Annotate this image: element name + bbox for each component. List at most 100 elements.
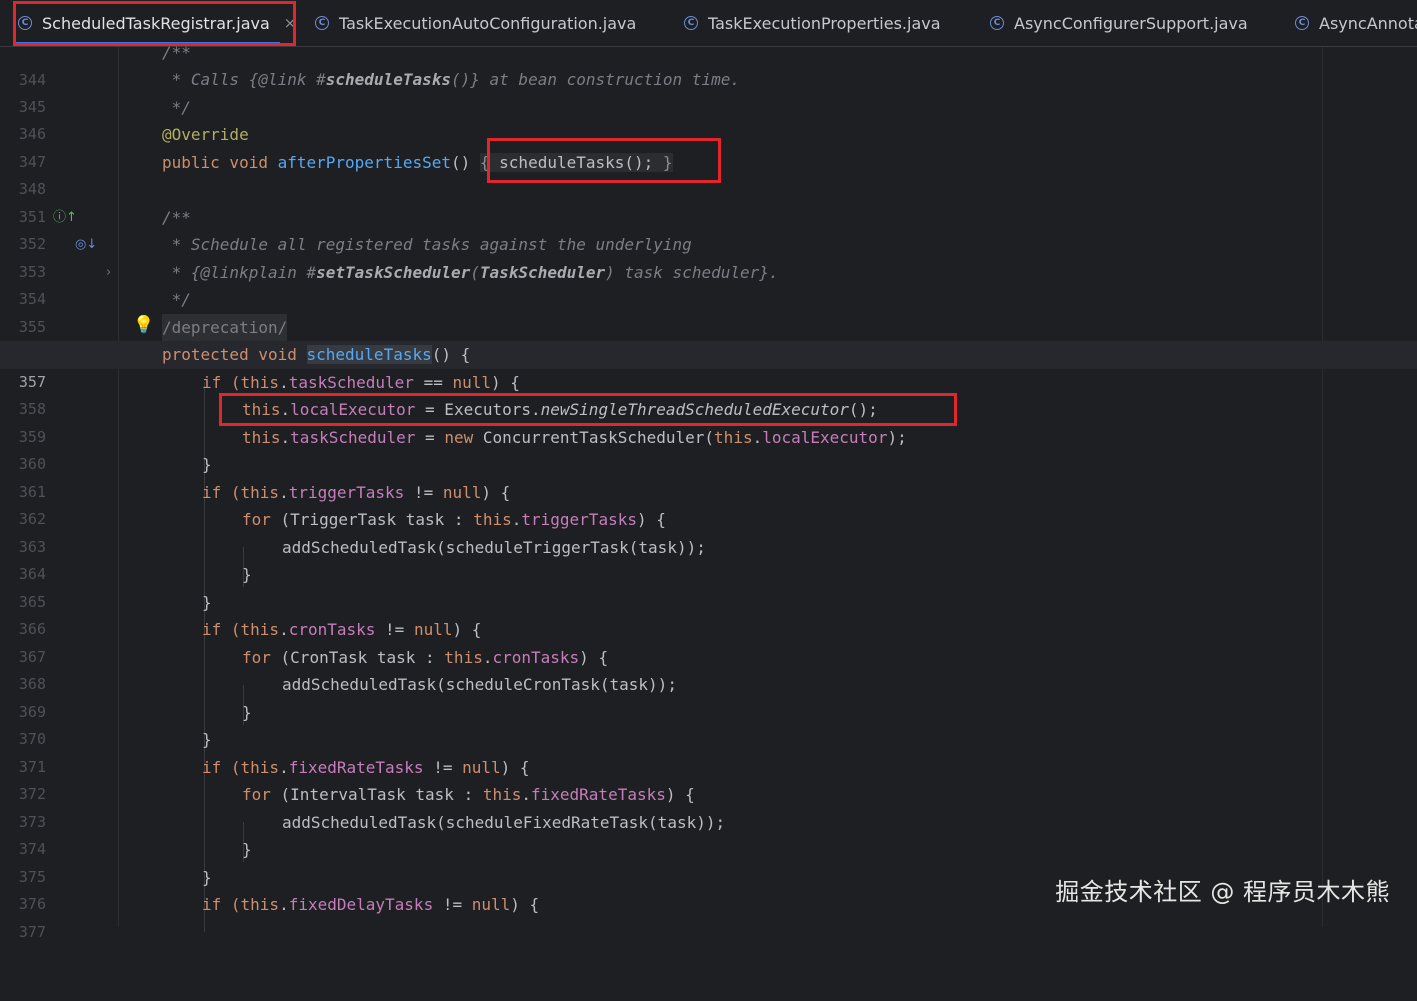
code-line[interactable]: 375 } — [0, 836, 1417, 886]
code-text: . — [279, 372, 289, 392]
keyword: this — [473, 510, 512, 529]
code-line[interactable]: 351 — [0, 176, 1417, 226]
tab-label: AsyncAnnota — [1319, 13, 1417, 33]
code-line[interactable]: 371 } — [0, 726, 1417, 776]
java-class-icon: C — [990, 16, 1004, 30]
code-text: != — [404, 482, 443, 502]
annotation: @Override — [162, 125, 249, 144]
code-line[interactable]: 365 } — [0, 561, 1417, 611]
code-line[interactable]: 364 addScheduledTask(scheduleTriggerTask… — [0, 534, 1417, 584]
keyword: this — [444, 647, 483, 667]
code-line[interactable]: 373 for (IntervalTask task : this.fixedR… — [0, 781, 1417, 831]
code-text: for (IntervalTask task : this.fixedRateT… — [242, 781, 695, 809]
code-text: addScheduledTask(scheduleCronTask(task))… — [282, 675, 677, 694]
code-line[interactable]: 366 } — [0, 589, 1417, 639]
code-text: this.localExecutor = Executors.newSingle… — [242, 396, 878, 424]
code-text: . — [752, 427, 763, 447]
code-line[interactable]: 348 ⓘ↑ ◎↓ › public void afterPropertiesS… — [0, 149, 1417, 280]
code-text: /** — [162, 207, 191, 227]
code-line[interactable]: 370 } — [0, 699, 1417, 749]
line-number: 377 — [18, 922, 46, 941]
keyword: this — [240, 757, 280, 777]
code-line[interactable]: 361 } — [0, 451, 1417, 501]
folded-brace[interactable]: { — [479, 152, 490, 172]
keyword: for — [242, 647, 271, 667]
code-line[interactable]: 356 💡 /deprecation/ — [0, 312, 1417, 363]
watermark: 掘金技术社区 @ 程序员木木熊 — [1055, 878, 1390, 906]
code-text: != — [423, 757, 463, 777]
static-call[interactable]: newSingleThreadScheduledExecutor — [541, 400, 849, 419]
code-text: ) { — [636, 510, 666, 529]
field-name[interactable]: fixedRateTasks — [289, 758, 424, 777]
code-text: * Schedule all registered tasks against … — [162, 235, 692, 254]
keyword: this — [482, 785, 522, 804]
code-line[interactable]: 346 */ — [0, 94, 1417, 144]
code-text: ) { — [579, 647, 609, 667]
close-icon[interactable]: × — [284, 14, 297, 32]
code-text: ) { — [500, 757, 530, 777]
code-line[interactable]: 359 this.localExecutor = Executors.newSi… — [0, 396, 1417, 446]
link-ref[interactable]: setTaskScheduler — [316, 263, 470, 282]
folded-brace[interactable]: } — [662, 152, 673, 172]
field-name[interactable]: localExecutor — [290, 400, 415, 419]
code-text: } — [202, 455, 212, 474]
code-line[interactable]: 352 /** — [0, 204, 1417, 254]
keyword: protected void — [162, 345, 307, 364]
field-name[interactable]: fixedDelayTasks — [289, 895, 434, 914]
keyword: if ( — [202, 482, 241, 502]
code-line[interactable]: 353 * Schedule all registered tasks agai… — [0, 231, 1417, 281]
link-ref[interactable]: TaskScheduler — [480, 263, 605, 282]
code-text: () — [450, 152, 480, 172]
code-text: addScheduledTask(scheduleTriggerTask(tas… — [282, 537, 706, 557]
inspection-suppression[interactable]: /deprecation/ — [162, 313, 288, 341]
code-line[interactable]: 344 /** — [0, 39, 1417, 89]
field-name[interactable]: taskScheduler — [290, 428, 415, 447]
code-line[interactable]: 347 @Override — [0, 121, 1417, 171]
code-line[interactable]: 360 this.taskScheduler = new ConcurrentT… — [0, 424, 1417, 474]
code-line[interactable]: 358 if (this.taskScheduler == null) { — [0, 369, 1417, 419]
code-text: for (TriggerTask task : this.triggerTask… — [242, 506, 666, 534]
field-name[interactable]: fixedRateTasks — [531, 785, 666, 804]
code-line[interactable]: 363 for (TriggerTask task : this.trigger… — [0, 506, 1417, 556]
link-ref[interactable]: scheduleTasks — [326, 70, 451, 89]
field-name[interactable]: taskScheduler — [289, 373, 414, 392]
code-text: != — [433, 895, 472, 914]
method-name[interactable]: afterPropertiesSet — [278, 153, 451, 172]
code-text: . — [279, 620, 289, 639]
code-line[interactable]: 354 * {@linkplain #setTaskScheduler(Task… — [0, 259, 1417, 309]
code-line[interactable]: 367 if (this.cronTasks != null) { — [0, 616, 1417, 666]
code-editor[interactable]: 344 /** 345 * Calls {@link #scheduleTask… — [0, 43, 1417, 941]
keyword: this — [714, 427, 753, 447]
java-class-icon: C — [684, 16, 698, 30]
code-text: ); — [887, 427, 907, 447]
code-line[interactable]: 368 for (CronTask task : this.cronTasks)… — [0, 644, 1417, 694]
keyword: null — [413, 620, 453, 639]
field-name[interactable]: localExecutor — [762, 428, 887, 447]
field-name[interactable]: triggerTasks — [521, 510, 637, 529]
code-text: . — [279, 895, 289, 914]
keyword: this — [240, 895, 280, 914]
method-name[interactable]: scheduleTasks — [306, 345, 432, 364]
code-text: } — [202, 730, 212, 749]
code-line[interactable]: 372 if (this.fixedRateTasks != null) { — [0, 754, 1417, 804]
code-line[interactable]: 345 * Calls {@link #scheduleTasks()} at … — [0, 66, 1417, 116]
code-line[interactable]: 362 if (this.triggerTasks != null) { — [0, 479, 1417, 529]
keyword: if ( — [202, 757, 241, 777]
code-line[interactable]: 355 */ — [0, 286, 1417, 336]
code-text: * {@linkplain #setTaskScheduler(TaskSche… — [162, 259, 779, 287]
keyword: null — [462, 757, 501, 777]
code-text: . — [279, 482, 289, 502]
keyword: this — [242, 400, 281, 419]
code-line-current[interactable]: 357 protected void scheduleTasks() { — [0, 341, 1417, 391]
field-name[interactable]: triggerTasks — [289, 483, 405, 502]
lightbulb-icon[interactable]: 💡 — [133, 312, 154, 340]
code-line[interactable]: 374 addScheduledTask(scheduleFixedRateTa… — [0, 809, 1417, 859]
field-name[interactable]: cronTasks — [289, 620, 376, 639]
code-line[interactable]: 369 addScheduledTask(scheduleCronTask(ta… — [0, 671, 1417, 721]
code-text: } — [202, 592, 212, 612]
keyword: public void — [162, 152, 278, 172]
code-text: (IntervalTask task : — [270, 785, 483, 804]
folded-body[interactable]: scheduleTasks(); — [489, 152, 663, 172]
field-name[interactable]: cronTasks — [492, 648, 579, 667]
keyword: if ( — [202, 620, 241, 639]
